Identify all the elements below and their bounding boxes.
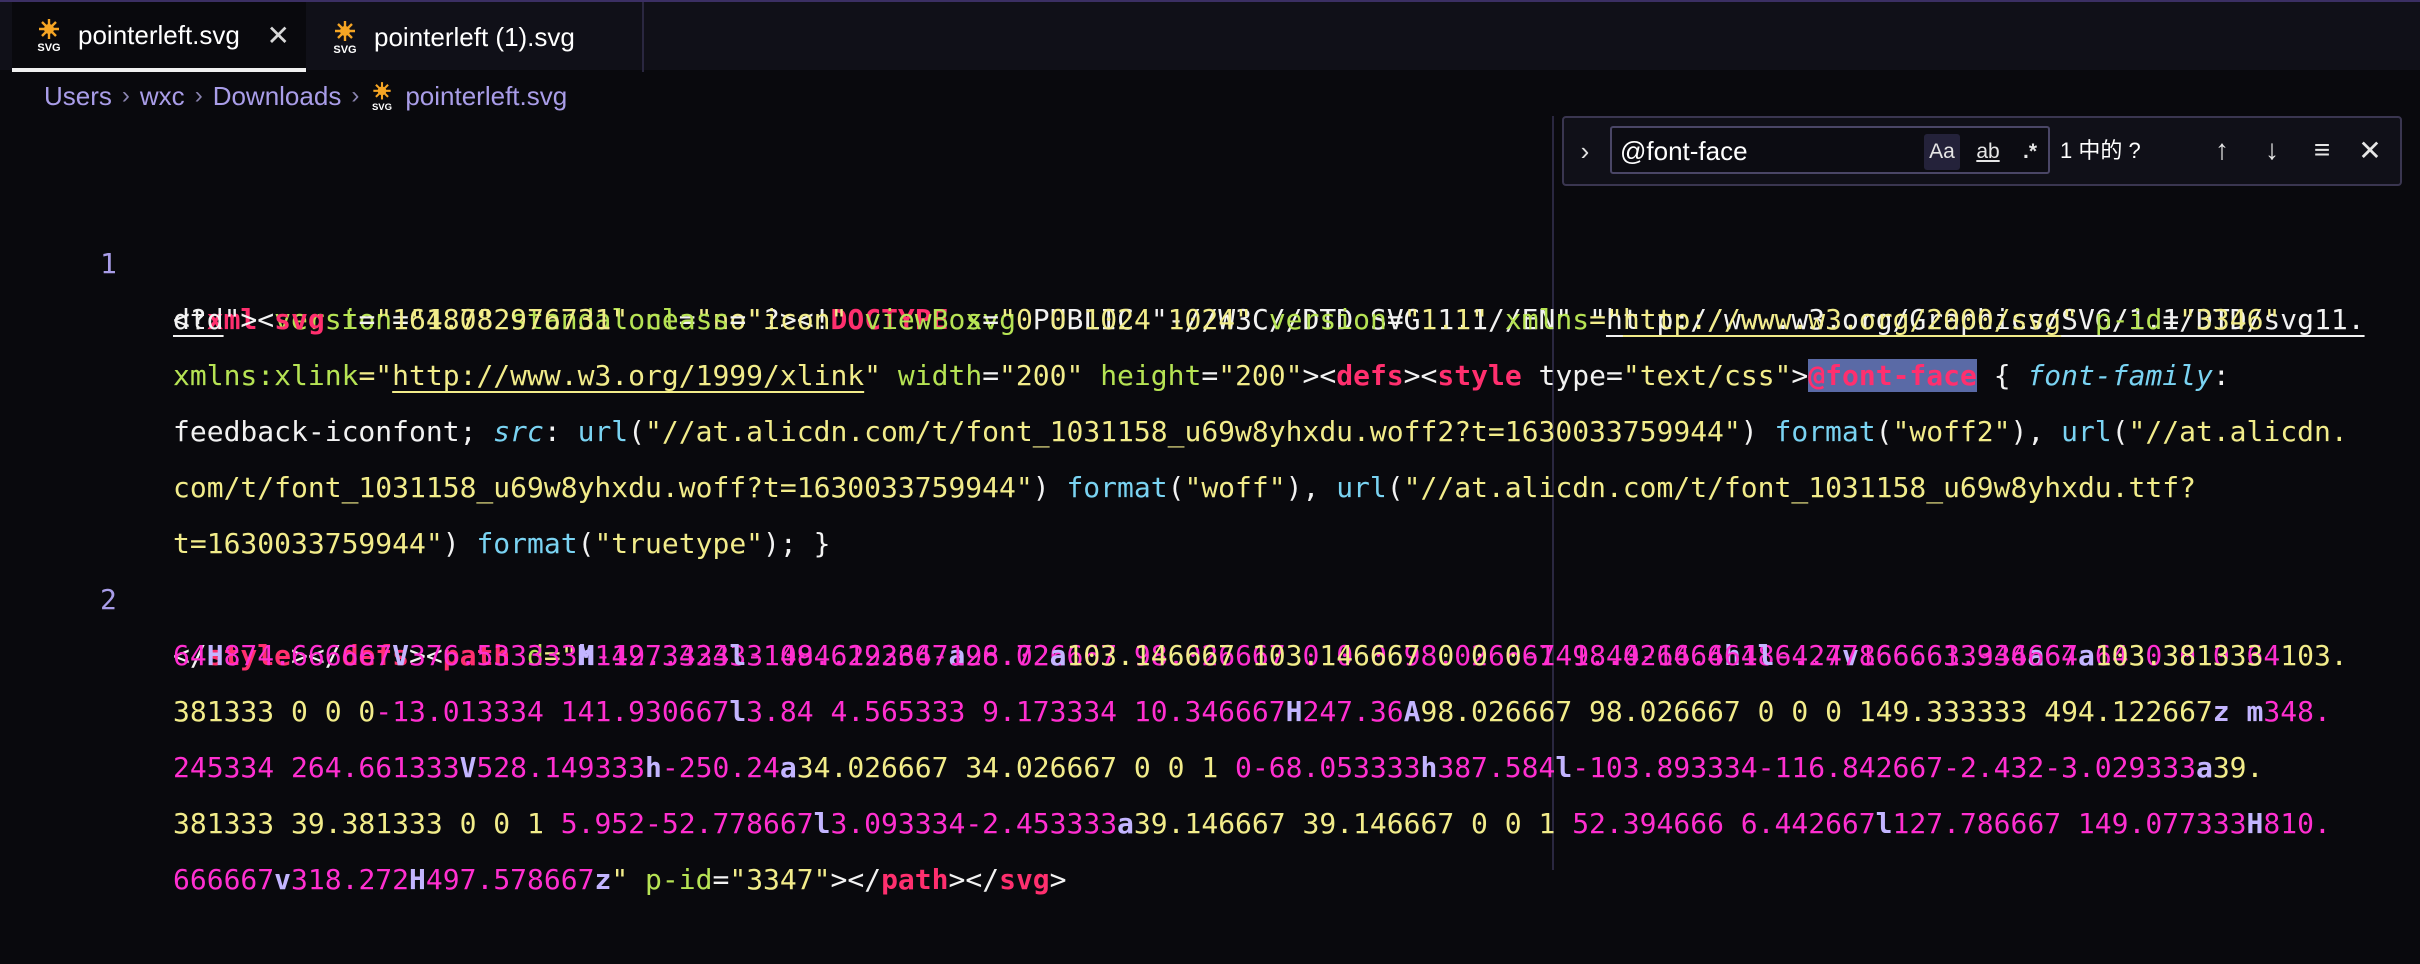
chevron-right-icon: › [121, 82, 130, 109]
svg-file-icon: SVG [330, 20, 360, 56]
match-case-button[interactable]: Aa [1924, 134, 1960, 170]
tab-bar: SVG pointerleft.svg ✕ SVG pointerleft (1… [0, 0, 2420, 72]
find-input-box: Aa ab .* [1610, 126, 2050, 174]
svg-file-icon: SVG [369, 81, 395, 113]
breadcrumb-item-file[interactable]: pointerleft.svg [405, 81, 567, 112]
find-input[interactable] [1618, 132, 1922, 170]
code-line-wrap: t=1630033759944") format("truetype"); } [0, 460, 2420, 560]
code-line: 1 <?xml version="1.0" standalone="no"?><… [0, 180, 2420, 336]
breadcrumb-item-users[interactable]: Users [44, 81, 112, 112]
tab-label: pointerleft.svg [78, 19, 240, 50]
tab-pointerleft-svg[interactable]: SVG pointerleft.svg ✕ [12, 2, 306, 72]
find-in-selection-icon[interactable]: ≡ [2304, 132, 2340, 168]
code-line-wrap: dtd"><svg t="1648782976731" class="icon"… [0, 236, 2420, 336]
code-line-wrap: 64H874.666667V376.533333h-127.424l-108.6… [0, 572, 2420, 672]
code-line-wrap: 245334 264.661333V528.149333h-250.24a34.… [0, 684, 2420, 784]
close-icon[interactable]: ✕ [2352, 132, 2388, 168]
match-count: 1 中的 ? [2060, 138, 2141, 163]
svg-text:SVG: SVG [37, 42, 60, 52]
chevron-right-icon: › [351, 82, 360, 109]
code-line-wrap: feedback-iconfont; src: url("//at.alicdn… [0, 348, 2420, 448]
arrow-up-icon[interactable]: ↑ [2204, 132, 2240, 168]
svg-text:SVG: SVG [372, 102, 392, 111]
code-line-wrap: com/t/font_1031158_u69w8yhxdu.woff?t=163… [0, 404, 2420, 504]
code-line-wrap: 381333 39.381333 0 0 1 5.952-52.778667l3… [0, 740, 2420, 840]
breadcrumb: Users › wxc › Downloads › SVG pointerlef… [44, 76, 567, 116]
breadcrumb-item-wxc[interactable]: wxc [140, 81, 185, 112]
tab-pointerleft-1-svg[interactable]: SVG pointerleft (1).svg [308, 2, 644, 72]
find-widget: › Aa ab .* 1 中的 ? ↑ ↓ ≡ ✕ [1562, 116, 2402, 186]
code-line-wrap: 381333 0 0 0-13.013334 141.930667l3.84 4… [0, 628, 2420, 728]
chevron-right-icon: › [194, 82, 203, 109]
code-line-wrap: 666667v318.272H497.578667z" p-id="3347">… [0, 796, 2420, 896]
whole-word-button[interactable]: ab [1970, 134, 2006, 170]
close-icon[interactable]: ✕ [267, 19, 290, 52]
tab-label: pointerleft (1).svg [374, 21, 575, 52]
regex-button[interactable]: .* [2012, 134, 2048, 170]
svg-file-icon: SVG [34, 18, 64, 54]
breadcrumb-item-downloads[interactable]: Downloads [213, 81, 342, 112]
svg-text:SVG: SVG [333, 44, 356, 54]
code-line-wrap: xmlns:xlink="http://www.w3.org/1999/xlin… [0, 292, 2420, 392]
toggle-replace-icon[interactable]: › [1564, 118, 1606, 184]
arrow-down-icon[interactable]: ↓ [2254, 132, 2290, 168]
code-editor[interactable]: 1 <?xml version="1.0" standalone="no"?><… [0, 180, 2420, 896]
code-text: 666667v318.272H497.578667z" p-id="3347">… [173, 863, 1067, 896]
code-line: 2 </style></defs><path d="M149.333333 49… [0, 516, 2420, 672]
